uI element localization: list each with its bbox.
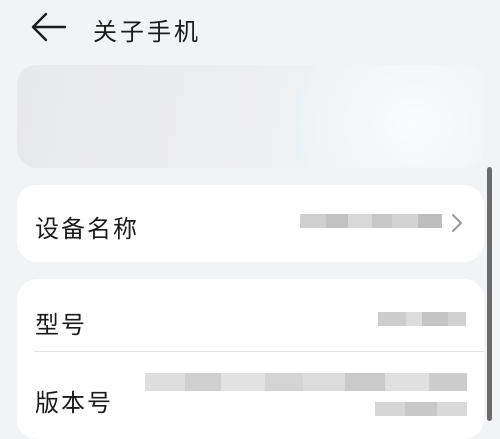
back-button[interactable] xyxy=(30,10,70,44)
version-row: 版本号 xyxy=(17,352,484,439)
model-row: 型号 xyxy=(17,279,484,351)
version-value-redacted-line2 xyxy=(375,402,467,416)
version-value-redacted xyxy=(145,373,467,391)
device-name-value-redacted xyxy=(300,214,442,228)
device-banner xyxy=(17,65,484,168)
scrollbar[interactable] xyxy=(487,167,492,421)
version-label: 版本号 xyxy=(35,389,113,417)
arrow-left-icon xyxy=(31,12,67,42)
device-info-card: 型号 版本号 xyxy=(17,279,484,439)
banner-decoration xyxy=(293,65,484,168)
device-name-label: 设备名称 xyxy=(35,215,139,243)
model-value-redacted xyxy=(378,312,466,326)
chevron-right-icon xyxy=(452,214,462,232)
top-bar: 关子手机 xyxy=(0,0,500,58)
device-name-row[interactable]: 设备名称 xyxy=(17,185,484,262)
page-title: 关子手机 xyxy=(93,18,201,46)
model-label: 型号 xyxy=(35,311,87,339)
device-name-card: 设备名称 xyxy=(17,185,484,262)
